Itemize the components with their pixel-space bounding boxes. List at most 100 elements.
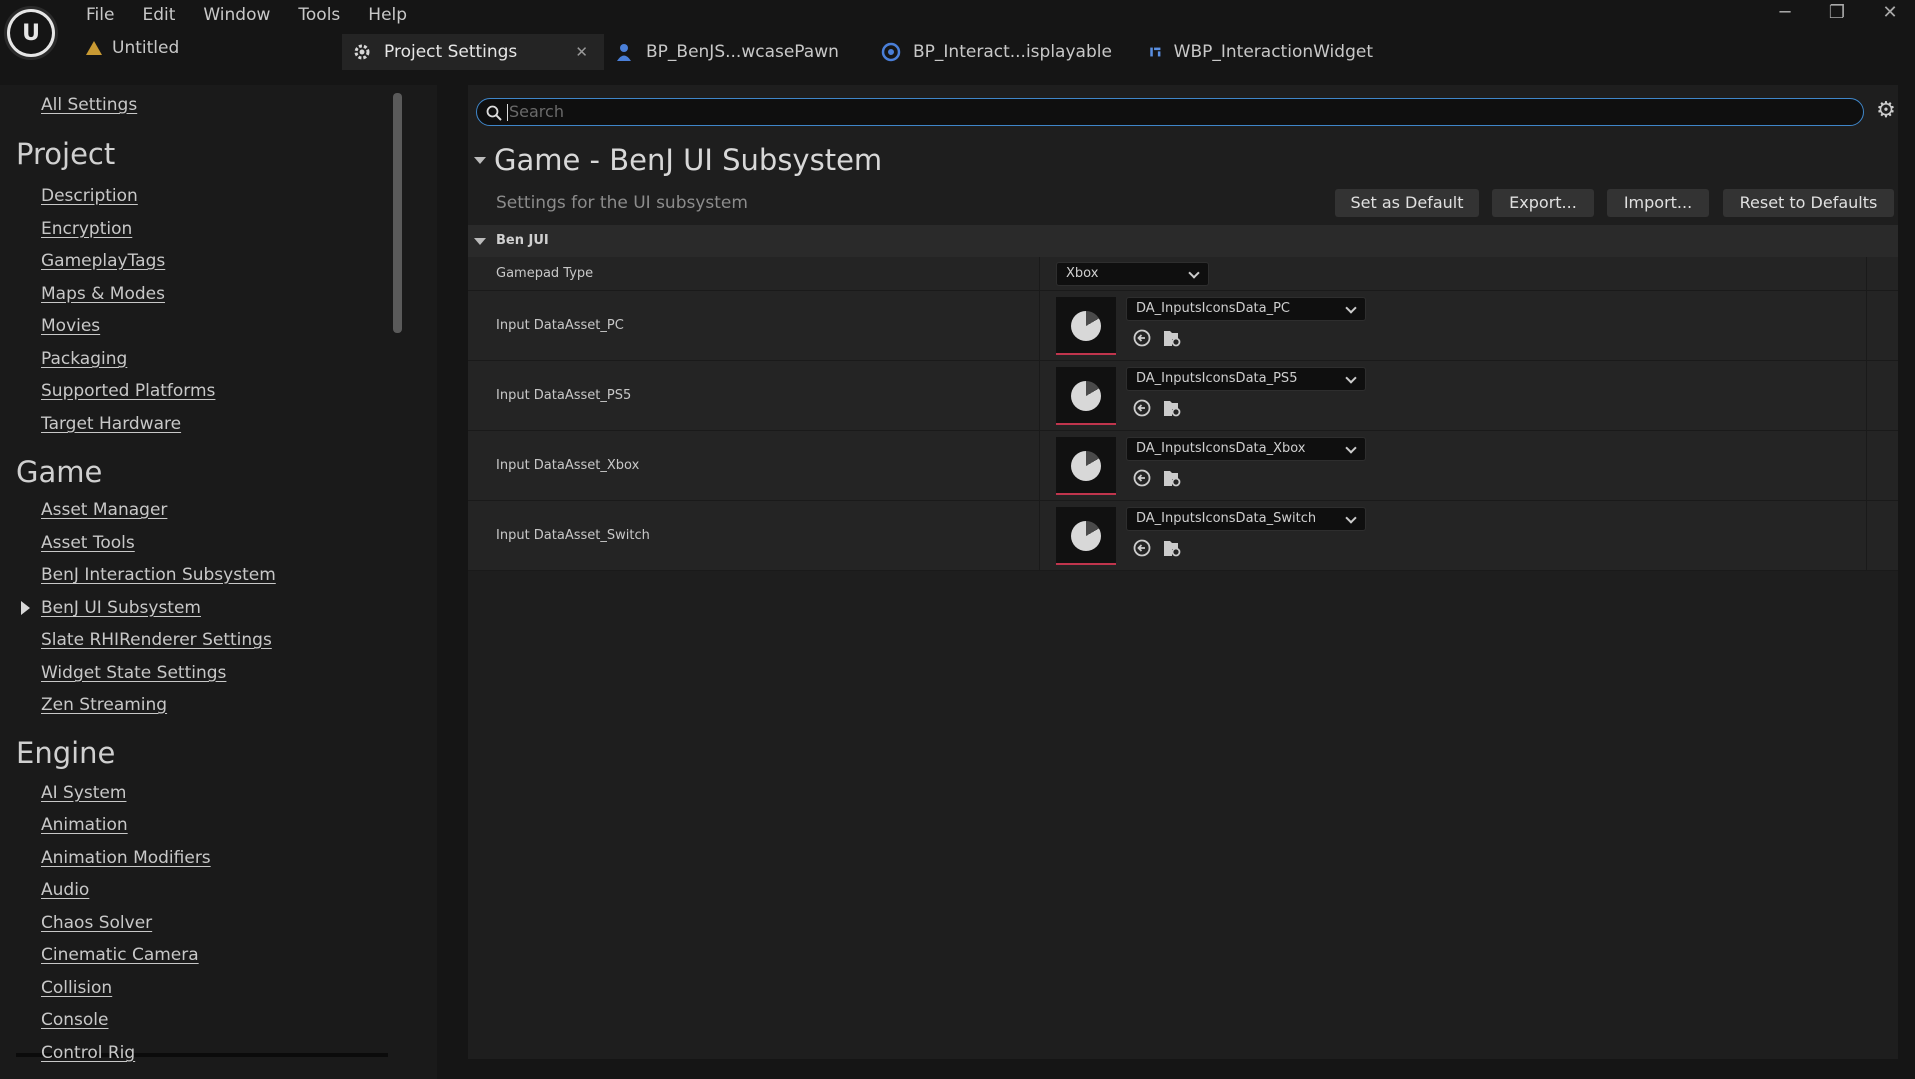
use-selected-asset-icon[interactable] [1132,538,1152,558]
use-selected-asset-icon[interactable] [1132,468,1152,488]
column-divider[interactable] [1039,291,1040,360]
column-divider[interactable] [1039,501,1040,570]
menu-window[interactable]: Window [189,4,284,26]
sidebar-item-widget-state-settings[interactable]: Widget State Settings [41,663,226,683]
sidebar-item-console[interactable]: Console [41,1010,109,1030]
menu-tools[interactable]: Tools [284,4,354,26]
gamepad-type-dropdown[interactable]: Xbox [1056,262,1209,286]
sidebar-item-animation[interactable]: Animation [41,815,128,835]
settings-cog-icon [354,44,370,60]
menu-help[interactable]: Help [354,4,421,26]
category-title: Ben JUI [496,233,549,248]
category-header[interactable]: Ben JUI [468,225,1898,257]
document-tabs: Project Settings ✕ BP_BenJS...wcasePawn … [342,34,1389,70]
column-divider [1866,361,1867,430]
menu-file[interactable]: File [72,4,128,26]
tab-project-settings[interactable]: Project Settings ✕ [342,34,604,70]
sidebar-item-maps-modes[interactable]: Maps & Modes [41,284,165,304]
sidebar-item-audio[interactable]: Audio [41,880,89,900]
tab-label: BP_BenJS...wcasePawn [646,42,839,62]
tab-bp-interact-displayable[interactable]: BP_Interact...isplayable [871,34,1139,70]
set-as-default-button[interactable]: Set as Default [1335,189,1479,217]
sidebar-item-zen-streaming[interactable]: Zen Streaming [41,695,167,715]
column-divider[interactable] [1039,361,1040,430]
column-divider [1866,291,1867,360]
sidebar-item-description[interactable]: Description [41,186,138,206]
section-title: Game - BenJ UI Subsystem [494,143,883,177]
sidebar-item-all-settings[interactable]: All Settings [41,95,137,115]
sidebar-item-collision[interactable]: Collision [41,978,112,998]
sidebar-item-target-hardware[interactable]: Target Hardware [41,414,181,434]
sidebar-item-encryption[interactable]: Encryption [41,219,132,239]
sidebar-item-benj-interaction-subsystem[interactable]: BenJ Interaction Subsystem [41,565,276,585]
column-divider [1866,501,1867,570]
sidebar-item-supported-platforms[interactable]: Supported Platforms [41,381,215,401]
restore-button[interactable]: ❐ [1817,2,1857,23]
asset-thumbnail[interactable] [1056,367,1116,425]
sidebar-scrollbar[interactable] [393,93,402,333]
project-name-tab[interactable]: Untitled [86,38,179,58]
sidebar-item-asset-tools[interactable]: Asset Tools [41,533,135,553]
reset-to-defaults-button[interactable]: Reset to Defaults [1723,189,1894,217]
use-selected-asset-icon[interactable] [1132,398,1152,418]
sidebar-item-packaging[interactable]: Packaging [41,349,127,369]
asset-thumbnail[interactable] [1056,297,1116,355]
sidebar-heading-project: Project [16,137,116,171]
collapse-section-icon[interactable] [474,157,486,164]
property-row-input-dataasset-xbox: Input DataAsset_Xbox DA_InputsIconsData_… [468,431,1898,501]
browse-asset-icon[interactable] [1162,328,1182,348]
sidebar-item-slate-rhirenderer-settings[interactable]: Slate RHIRenderer Settings [41,630,272,650]
asset-picker-dropdown[interactable]: DA_InputsIconsData_Xbox [1126,437,1366,461]
gear-icon[interactable]: ⚙ [1874,99,1898,123]
unreal-logo-icon[interactable]: U [4,6,58,60]
project-icon [86,41,102,55]
collapse-category-icon[interactable] [474,238,486,245]
chevron-down-icon [1188,267,1200,279]
menu-bar: File Edit Window Tools Help [72,4,421,26]
search-placeholder: Search [509,102,564,121]
property-row-input-dataasset-switch: Input DataAsset_Switch DA_InputsIconsDat… [468,501,1898,571]
column-divider[interactable] [1039,257,1040,290]
sidebar-item-cinematic-camera[interactable]: Cinematic Camera [41,945,199,965]
asset-picker-dropdown[interactable]: DA_InputsIconsData_PC [1126,297,1366,321]
tab-bp-showcase-pawn[interactable]: BP_BenJS...wcasePawn [604,34,871,70]
column-divider [1866,257,1867,290]
chevron-down-icon [1345,512,1357,524]
sidebar-item-ai-system[interactable]: AI System [41,783,126,803]
interface-icon [881,42,901,62]
section-description: Settings for the UI subsystem [496,193,748,213]
sidebar-item-gameplaytags[interactable]: GameplayTags [41,251,165,271]
dropdown-value: Xbox [1066,266,1099,281]
minimize-button[interactable]: ─ [1765,2,1805,23]
browse-asset-icon[interactable] [1162,468,1182,488]
sidebar-item-control-rig[interactable]: Control Rig [41,1043,135,1063]
settings-sidebar: All Settings Project Description Encrypt… [0,85,437,1079]
close-window-button[interactable]: ✕ [1870,2,1910,23]
asset-picker-dropdown[interactable]: DA_InputsIconsData_PS5 [1126,367,1366,391]
browse-asset-icon[interactable] [1162,398,1182,418]
sidebar-item-benj-ui-subsystem[interactable]: BenJ UI Subsystem [41,598,201,618]
tab-label: WBP_InteractionWidget [1173,42,1373,62]
asset-thumbnail[interactable] [1056,507,1116,565]
export-button[interactable]: Export... [1492,189,1594,217]
tab-wbp-interaction-widget[interactable]: WBP_InteractionWidget [1139,34,1389,70]
asset-thumbnail[interactable] [1056,437,1116,495]
browse-asset-icon[interactable] [1162,538,1182,558]
use-selected-asset-icon[interactable] [1132,328,1152,348]
menu-edit[interactable]: Edit [128,4,189,26]
sidebar-item-chaos-solver[interactable]: Chaos Solver [41,913,152,933]
chevron-down-icon [1345,372,1357,384]
asset-picker-dropdown[interactable]: DA_InputsIconsData_Switch [1126,507,1366,531]
sidebar-item-movies[interactable]: Movies [41,316,100,336]
tab-label: BP_Interact...isplayable [913,42,1112,62]
sidebar-item-asset-manager[interactable]: Asset Manager [41,500,167,520]
close-tab-icon[interactable]: ✕ [575,43,588,61]
sidebar-item-animation-modifiers[interactable]: Animation Modifiers [41,848,211,868]
settings-details-panel: Search ⚙ Game - BenJ UI Subsystem Settin… [468,85,1898,1059]
column-divider[interactable] [1039,431,1040,500]
search-input[interactable]: Search [476,98,1864,126]
import-button[interactable]: Import... [1607,189,1709,217]
dropdown-value: DA_InputsIconsData_PC [1136,301,1291,316]
sidebar-heading-game: Game [16,455,103,489]
pawn-icon [617,44,631,61]
